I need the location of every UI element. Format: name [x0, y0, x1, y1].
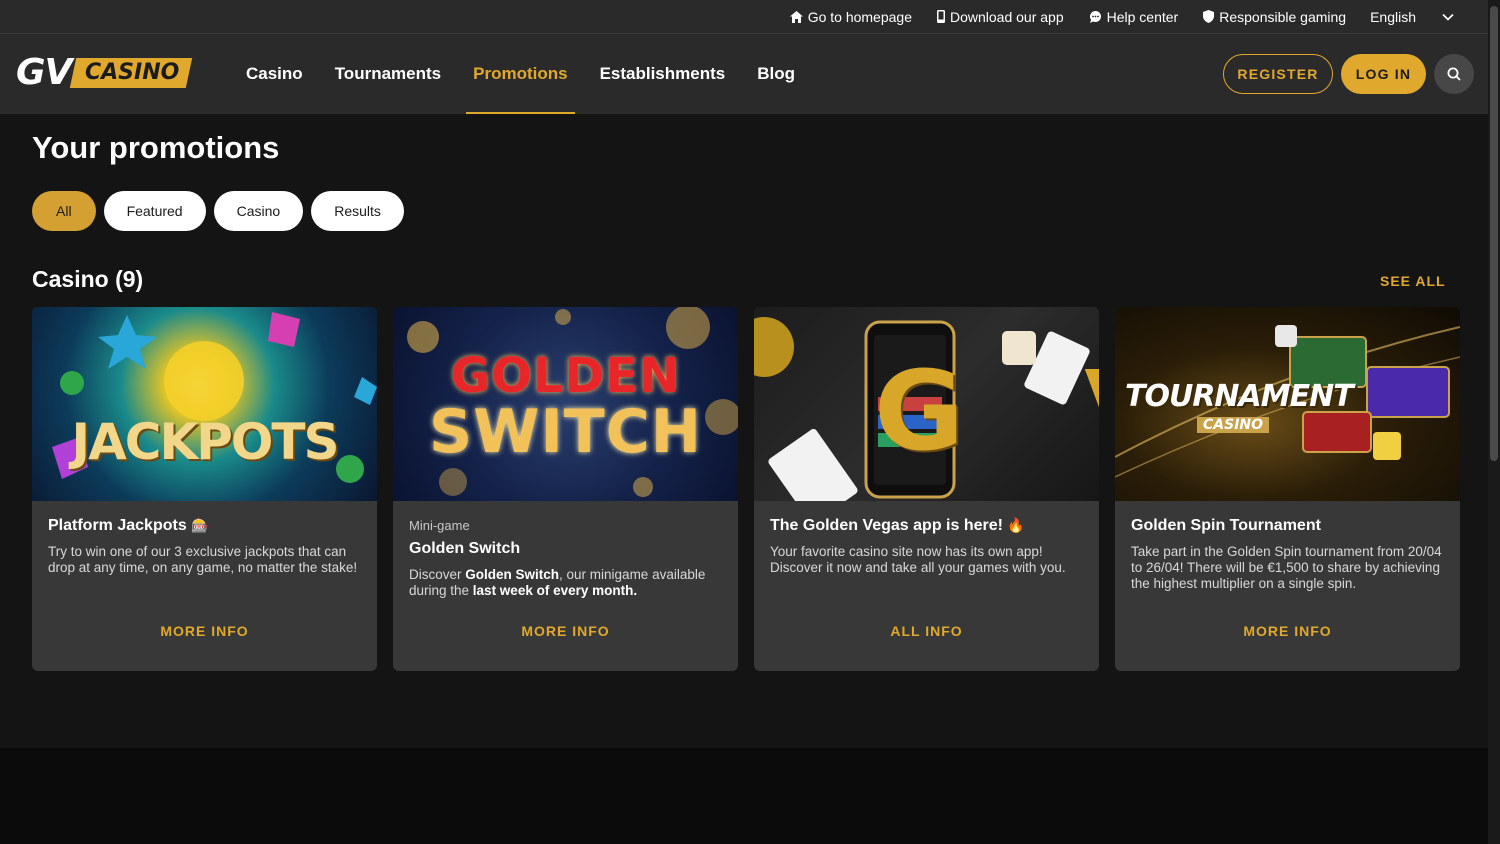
card-desc-text: Try to win one of our 3 exclusive jackpo… [48, 544, 358, 575]
filter-casino[interactable]: Casino [213, 191, 304, 231]
main-nav: Casino Tournaments Promotions Establishm… [230, 34, 811, 114]
card-desc-text: Your favorite casino site now has its ow… [770, 544, 1066, 575]
more-info-link[interactable]: MORE INFO [393, 623, 738, 639]
card-title: Golden Spin Tournament [1131, 517, 1321, 534]
slot-machine-icon: 🎰 [191, 517, 209, 533]
more-info-link[interactable]: MORE INFO [1115, 623, 1460, 639]
gv-app-banner: GV [754, 307, 1099, 501]
fire-icon: 🔥 [1007, 517, 1025, 533]
shield-icon [1203, 10, 1215, 23]
golden-switch-banner: GOLDEN SWITCH [393, 307, 738, 501]
promo-card[interactable]: JACKPOTS Platform Jackpots 🎰 Try to win … [32, 307, 377, 671]
responsible-gaming-link[interactable]: Responsible gaming [1203, 9, 1346, 25]
casino-word: CASINO [1197, 417, 1270, 433]
responsible-gaming-label: Responsible gaming [1219, 8, 1347, 25]
card-title-text: Platform Jackpots [48, 517, 187, 534]
tournament-word: TOURNAMENT [1125, 379, 1354, 414]
golden-switch-image-text: GOLDEN SWITCH [429, 348, 702, 467]
promo-card[interactable]: TOURNAMENT CASINO Golden Spin Tournament… [1115, 307, 1460, 671]
nav-blog[interactable]: Blog [741, 34, 811, 114]
footer-band [0, 748, 1488, 844]
all-info-link[interactable]: ALL INFO [754, 623, 1099, 639]
search-button[interactable] [1434, 54, 1474, 94]
card-desc-bold: Golden Switch [465, 567, 560, 582]
register-button[interactable]: REGISTER [1223, 54, 1333, 94]
homepage-link-label: Go to homepage [807, 8, 912, 25]
gv-casino-logo[interactable]: GV CASINO [16, 52, 193, 93]
search-icon [1447, 67, 1461, 81]
phone-icon [936, 10, 945, 23]
card-desc-text: Take part in the Golden Spin tournament … [1131, 544, 1442, 591]
jackpots-banner: JACKPOTS [32, 307, 377, 501]
nav-casino[interactable]: Casino [230, 34, 319, 114]
filter-results[interactable]: Results [311, 191, 404, 231]
homepage-link[interactable]: Go to homepage [789, 8, 912, 25]
download-app-link[interactable]: Download our app [936, 8, 1064, 25]
card-description: Your favorite casino site now has its ow… [770, 544, 1083, 576]
help-center-link[interactable]: Help center [1089, 8, 1179, 25]
tournament-image-text: TOURNAMENT CASINO [1125, 379, 1460, 433]
language-selector[interactable]: English [1370, 9, 1454, 25]
card-desc-bold: last week of every month. [472, 583, 638, 598]
page-title: Your promotions [32, 130, 280, 165]
card-description: Discover Golden Switch, our minigame ava… [409, 567, 722, 599]
filter-all[interactable]: All [32, 191, 96, 231]
logo-casino-text: CASINO [85, 60, 180, 85]
nav-establishments[interactable]: Establishments [584, 34, 742, 114]
logo-gv-text: GV [16, 52, 72, 93]
language-label: English [1370, 8, 1416, 25]
home-icon [789, 10, 803, 23]
tournament-banner: TOURNAMENT CASINO [1115, 307, 1460, 501]
card-title: Platform Jackpots 🎰 [48, 517, 361, 535]
download-app-label: Download our app [949, 8, 1064, 25]
section-title: Casino (9) [32, 266, 144, 292]
card-description: Try to win one of our 3 exclusive jackpo… [48, 544, 361, 576]
utility-bar: Go to homepage Download our app Help cen… [0, 0, 1488, 34]
gv-letters: GV [874, 347, 1099, 475]
gv-image-text: GV [754, 347, 1099, 475]
see-all-link[interactable]: SEE ALL [1380, 273, 1446, 289]
chevron-down-icon [1442, 13, 1454, 21]
card-kicker: Mini-game [409, 518, 470, 533]
scrollbar-thumb[interactable] [1490, 6, 1498, 461]
card-title: Golden Switch [409, 540, 521, 557]
logo-casino-badge: CASINO [70, 58, 193, 88]
more-info-link[interactable]: MORE INFO [32, 623, 377, 639]
chat-icon [1089, 10, 1101, 23]
card-title-text: The Golden Vegas app is here! [770, 517, 1003, 534]
main-header: GV CASINO Casino Tournaments Promotions … [0, 34, 1488, 114]
filter-chips: All Featured Casino Results [32, 191, 412, 231]
card-title: The Golden Vegas app is here! 🔥 [770, 517, 1083, 535]
promo-cards: JACKPOTS Platform Jackpots 🎰 Try to win … [32, 307, 1460, 671]
promo-card[interactable]: GV The Golden Vegas app is here! 🔥 Your … [754, 307, 1099, 671]
gems-decoration [52, 312, 377, 483]
promotions-page: Your promotions All Featured Casino Resu… [0, 114, 1488, 748]
help-center-label: Help center [1106, 8, 1179, 25]
filter-featured[interactable]: Featured [103, 191, 206, 231]
card-desc-text: Discover [409, 567, 466, 582]
login-button[interactable]: LOG IN [1341, 54, 1426, 94]
nav-promotions[interactable]: Promotions [457, 34, 583, 114]
promo-card[interactable]: GOLDEN SWITCH Mini-game Golden Switch Di… [393, 307, 738, 671]
nav-tournaments[interactable]: Tournaments [319, 34, 457, 114]
page-scrollbar[interactable] [1488, 0, 1500, 844]
card-description: Take part in the Golden Spin tournament … [1131, 544, 1444, 592]
jackpots-image-text: JACKPOTS [71, 413, 339, 471]
